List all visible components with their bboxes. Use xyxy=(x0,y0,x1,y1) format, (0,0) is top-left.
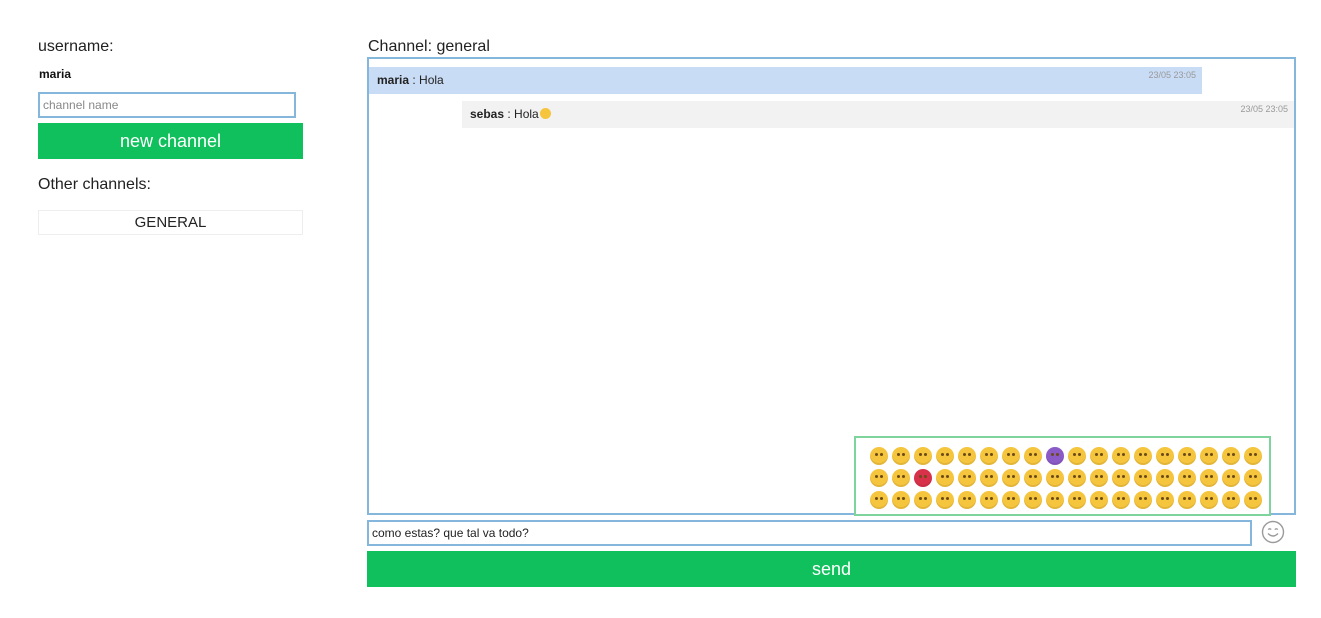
message-separator: : xyxy=(409,73,420,87)
emoji-icon[interactable] xyxy=(936,491,954,509)
channel-item-general[interactable]: GENERAL xyxy=(38,210,303,235)
emoji-icon[interactable] xyxy=(1024,469,1042,487)
message-row: maria : Hola 23/05 23:05 xyxy=(369,67,1202,94)
tongue-wink-emoji-icon xyxy=(539,108,551,119)
emoji-icon[interactable] xyxy=(1222,491,1240,509)
emoji-icon[interactable] xyxy=(958,447,976,465)
emoji-icon[interactable] xyxy=(1002,447,1020,465)
send-button[interactable]: send xyxy=(367,551,1296,587)
emoji-icon[interactable] xyxy=(1024,491,1042,509)
emoji-icon[interactable] xyxy=(1200,469,1218,487)
emoji-icon[interactable] xyxy=(1200,447,1218,465)
emoji-icon[interactable] xyxy=(936,447,954,465)
emoji-icon[interactable] xyxy=(936,469,954,487)
emoji-icon[interactable] xyxy=(1134,447,1152,465)
emoji-icon[interactable] xyxy=(914,469,932,487)
emoji-icon[interactable] xyxy=(1090,491,1108,509)
emoji-icon[interactable] xyxy=(1156,447,1174,465)
new-channel-button[interactable]: new channel xyxy=(38,123,303,159)
emoji-icon[interactable] xyxy=(1178,469,1196,487)
message-text: Hola xyxy=(419,73,444,87)
emoji-icon[interactable] xyxy=(870,447,888,465)
username-value: maria xyxy=(39,67,72,81)
emoji-icon[interactable] xyxy=(1222,447,1240,465)
message-separator: : xyxy=(504,107,515,121)
emoji-icon[interactable] xyxy=(870,491,888,509)
emoji-icon[interactable] xyxy=(1244,491,1262,509)
channel-title: Channel: general xyxy=(368,38,490,55)
emoji-icon[interactable] xyxy=(870,469,888,487)
emoji-icon[interactable] xyxy=(892,491,910,509)
emoji-icon[interactable] xyxy=(1090,469,1108,487)
emoji-icon[interactable] xyxy=(1156,491,1174,509)
emoji-icon[interactable] xyxy=(914,491,932,509)
emoji-icon[interactable] xyxy=(1112,447,1130,465)
message-author: maria xyxy=(377,73,410,87)
emoji-icon[interactable] xyxy=(958,469,976,487)
message-row: sebas : Hola 23/05 23:05 xyxy=(462,101,1294,128)
emoji-icon[interactable] xyxy=(980,491,998,509)
emoji-icon[interactable] xyxy=(1068,447,1086,465)
emoji-icon[interactable] xyxy=(1178,447,1196,465)
emoji-icon[interactable] xyxy=(1244,469,1262,487)
emoji-icon[interactable] xyxy=(1244,447,1262,465)
message-author: sebas xyxy=(470,107,505,121)
message-timestamp: 23/05 23:05 xyxy=(1148,70,1196,80)
emoji-icon[interactable] xyxy=(1046,469,1064,487)
other-channels-label: Other channels: xyxy=(38,176,151,193)
emoji-icon[interactable] xyxy=(1156,469,1174,487)
emoji-icon[interactable] xyxy=(1134,469,1152,487)
channel-name-input[interactable] xyxy=(38,92,296,118)
emoji-icon[interactable] xyxy=(1200,491,1218,509)
emoji-icon[interactable] xyxy=(1046,491,1064,509)
emoji-icon[interactable] xyxy=(1068,491,1086,509)
emoji-icon[interactable] xyxy=(1024,447,1042,465)
emoji-icon[interactable] xyxy=(1112,469,1130,487)
emoji-icon[interactable] xyxy=(1046,447,1064,465)
message-text: Hola xyxy=(514,107,539,121)
emoji-icon[interactable] xyxy=(1068,469,1086,487)
emoji-icon[interactable] xyxy=(892,469,910,487)
smiley-icon[interactable] xyxy=(1261,520,1285,544)
emoji-icon[interactable] xyxy=(914,447,932,465)
message-input[interactable] xyxy=(367,520,1252,546)
emoji-icon[interactable] xyxy=(1222,469,1240,487)
emoji-icon[interactable] xyxy=(1002,491,1020,509)
emoji-icon[interactable] xyxy=(1134,491,1152,509)
message-timestamp: 23/05 23:05 xyxy=(1240,104,1288,114)
emoji-picker xyxy=(854,436,1271,516)
emoji-grid xyxy=(868,445,1264,511)
emoji-icon[interactable] xyxy=(1090,447,1108,465)
emoji-icon[interactable] xyxy=(1112,491,1130,509)
emoji-icon[interactable] xyxy=(980,469,998,487)
emoji-icon[interactable] xyxy=(1178,491,1196,509)
username-label: username: xyxy=(38,38,114,55)
emoji-icon[interactable] xyxy=(958,491,976,509)
emoji-icon[interactable] xyxy=(980,447,998,465)
emoji-icon[interactable] xyxy=(1002,469,1020,487)
emoji-icon[interactable] xyxy=(892,447,910,465)
